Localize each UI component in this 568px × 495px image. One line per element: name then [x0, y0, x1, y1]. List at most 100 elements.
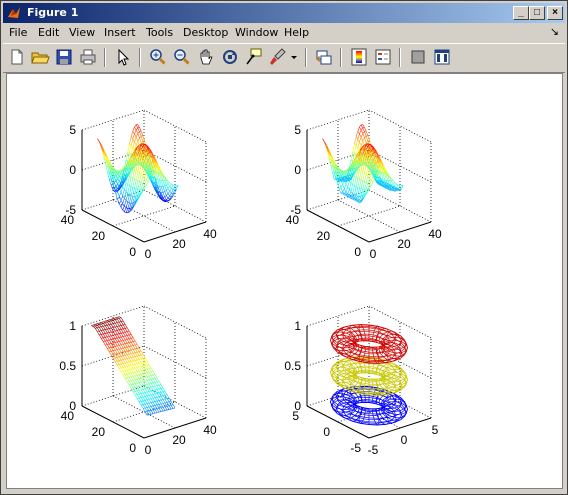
colorbar-icon[interactable]: [349, 47, 369, 67]
mesh-line: [144, 180, 147, 185]
mesh-line: [362, 181, 365, 190]
rotate-3d-icon[interactable]: [220, 47, 240, 67]
menu-insert[interactable]: Insert: [104, 26, 136, 39]
save-icon[interactable]: [54, 47, 74, 67]
menu-tools[interactable]: Tools: [146, 26, 173, 39]
mesh-line: [104, 333, 108, 337]
menu-view[interactable]: View: [69, 26, 95, 39]
title-bar[interactable]: Figure 1 _ □ ×: [3, 3, 565, 23]
mesh-line: [166, 195, 169, 199]
mesh-line: [120, 317, 124, 322]
open-file-icon[interactable]: [30, 47, 50, 67]
mesh-line: [138, 366, 142, 371]
legend-icon[interactable]: [373, 47, 393, 67]
brush-dropdown-icon[interactable]: [289, 47, 299, 67]
brush-icon[interactable]: [268, 47, 288, 67]
subplot-grid[interactable]: 50-5020404020050-5020404020010.500204040…: [7, 74, 562, 488]
mesh-line: [105, 165, 108, 173]
mesh-line: [111, 354, 114, 356]
mesh-line: [113, 342, 116, 344]
mesh-line: [102, 341, 106, 346]
mesh-line: [362, 124, 365, 128]
zoom-out-icon[interactable]: [172, 47, 192, 67]
mesh-line: [124, 378, 128, 382]
maximize-button[interactable]: □: [529, 6, 545, 20]
mesh-line: [167, 182, 170, 184]
show-plot-tools-icon[interactable]: [432, 47, 452, 67]
mesh-line: [154, 381, 158, 383]
mesh-line: [124, 182, 127, 190]
mesh-line: [345, 175, 348, 177]
mesh-line: [146, 376, 150, 381]
mesh-line: [344, 194, 347, 196]
mesh-line: [124, 339, 128, 344]
mesh-line: [120, 336, 124, 341]
mesh-line: [136, 355, 140, 360]
mesh-line: [158, 392, 162, 397]
zoom-in-icon[interactable]: [148, 47, 168, 67]
mesh-line: [372, 158, 375, 160]
mesh-line: [134, 371, 138, 376]
menu-help[interactable]: Help: [284, 26, 309, 39]
mesh-line: [127, 334, 130, 336]
menu-overflow-arrow-icon[interactable]: ↘: [550, 25, 559, 38]
menu-bar: File Edit View Insert Tools Desktop Wind…: [3, 24, 565, 42]
edit-plot-arrow-icon[interactable]: [113, 47, 133, 67]
mesh-line: [114, 326, 118, 331]
mesh-line: [122, 347, 126, 352]
mesh-line: [130, 369, 134, 373]
mesh-line: [124, 355, 128, 359]
pan-hand-icon[interactable]: [196, 47, 216, 67]
mesh-line: [109, 318, 112, 321]
mesh-line: [139, 393, 142, 395]
mesh-line: [99, 323, 102, 325]
mesh-line: [132, 188, 135, 197]
mesh-line: [108, 321, 112, 325]
mesh-line: [113, 326, 116, 328]
new-figure-icon[interactable]: [7, 47, 27, 67]
close-button[interactable]: ×: [547, 6, 563, 20]
mesh-line: [364, 137, 367, 143]
z-tick-label: 0: [69, 163, 76, 177]
mesh-line: [146, 380, 150, 384]
y-tick-label: 40: [61, 409, 75, 423]
data-cursor-icon[interactable]: [244, 47, 264, 67]
mesh-line: [126, 370, 130, 374]
mesh-line: [143, 392, 146, 394]
mesh-line: [105, 336, 108, 338]
mesh-line: [109, 327, 112, 329]
x-tick-label: -5: [368, 443, 379, 457]
mesh-line: [144, 400, 148, 404]
mesh-line: [126, 354, 130, 359]
mesh-line: [169, 188, 172, 192]
mesh-line: [344, 184, 347, 189]
hide-plot-tools-icon[interactable]: [408, 47, 428, 67]
mesh-line: [364, 127, 367, 132]
menu-desktop[interactable]: Desktop: [183, 26, 228, 39]
x-tick-label: 20: [172, 433, 186, 447]
mesh-line: [122, 320, 126, 325]
mesh-line: [123, 354, 126, 357]
minimize-button[interactable]: _: [513, 6, 529, 20]
mesh-line: [105, 340, 108, 342]
mesh-line: [132, 364, 136, 369]
mesh-line: [125, 184, 129, 192]
figure-canvas[interactable]: 5 0 -5 0 20 40 40 20 0 5 0 -5 0 20 40 40 20 0 1 0.5 0 0 20 40 40…: [6, 73, 563, 489]
menu-window[interactable]: Window: [235, 26, 278, 39]
menu-file[interactable]: File: [9, 26, 27, 39]
mesh-line: [131, 352, 134, 355]
mesh-line: [113, 319, 116, 321]
menu-edit[interactable]: Edit: [38, 26, 59, 39]
mesh-line: [114, 349, 118, 354]
mesh-line: [137, 374, 140, 376]
mesh-line: [168, 408, 172, 410]
mesh-line: [355, 178, 359, 187]
x-tick-label: 0: [370, 247, 377, 261]
link-plot-icon[interactable]: [314, 47, 334, 67]
print-icon[interactable]: [78, 47, 98, 67]
mesh-line: [145, 407, 148, 409]
mesh-line: [360, 137, 364, 142]
mesh-line: [355, 200, 358, 202]
mesh-line: [117, 192, 120, 197]
mesh-line: [116, 337, 120, 342]
